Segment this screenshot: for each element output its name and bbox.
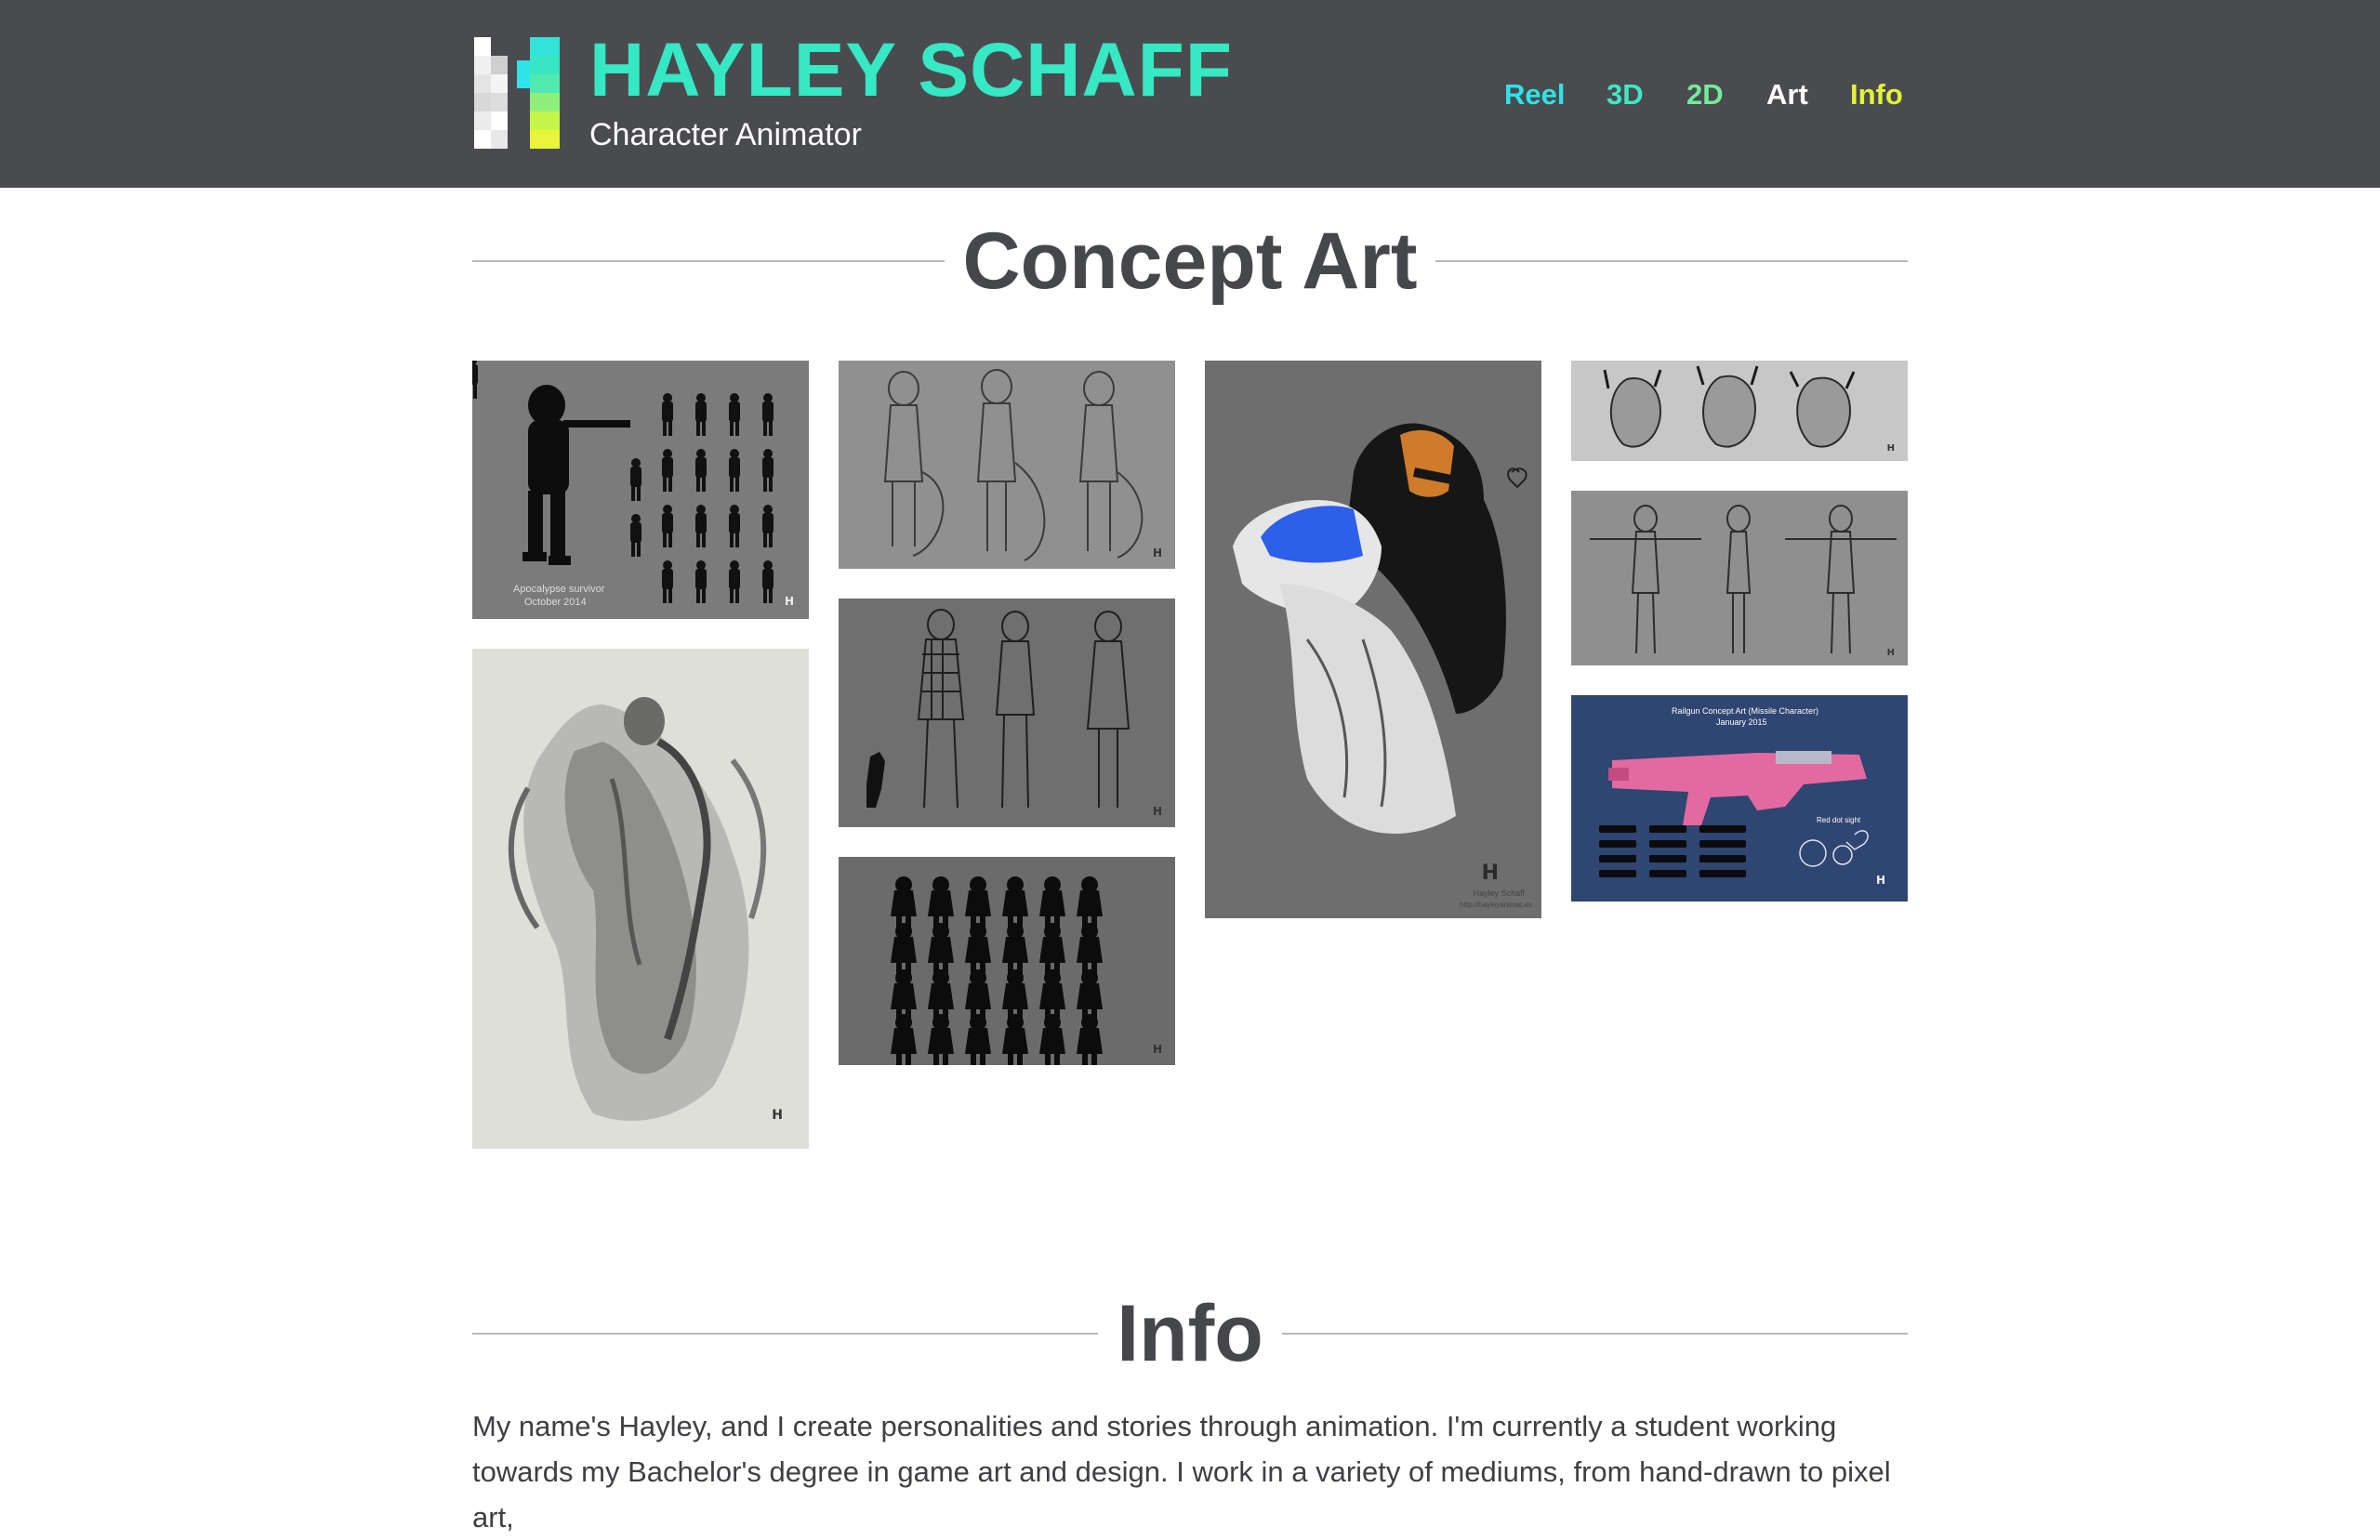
heading-rule-right	[1281, 1333, 1909, 1335]
gallery-thumb-railgun-concept[interactable]: Railgun Concept Art (Missile Character) …	[1571, 695, 1908, 902]
thumb-caption: Apocalypse survivor	[513, 584, 605, 595]
gallery-thumb-creature-silhouettes[interactable]: H	[839, 857, 1175, 1065]
watermark-h-icon: H	[1481, 862, 1499, 885]
gallery-thumb-tpose-turnaround[interactable]: H	[1571, 491, 1908, 665]
site-header: HAYLEY SCHAFF Character Animator Reel 3D…	[0, 0, 2380, 188]
watermark-h-icon: H	[1152, 546, 1162, 559]
gallery-thumb-turnaround-sketch[interactable]: H	[839, 361, 1175, 569]
thumb-caption: Railgun Concept Art (Missile Character)	[1672, 706, 1819, 716]
watermark-h-icon: H	[1886, 443, 1895, 454]
nav-info[interactable]: Info	[1850, 74, 1903, 115]
silhouette-lineup-icon	[472, 361, 809, 619]
heading-rule-left	[472, 1333, 1099, 1335]
skeleton-embrace-drawing-icon	[472, 649, 809, 1149]
heading-rule-left	[472, 260, 945, 262]
character-portrait-color-icon	[1205, 361, 1541, 918]
gallery-thumb-head-sketches[interactable]: H	[1571, 361, 1908, 461]
watermark-h-icon: H	[1886, 648, 1895, 658]
head-sketches-icon	[1571, 361, 1908, 461]
logo-icon[interactable]	[474, 37, 560, 151]
watermark-h-icon: H	[784, 595, 794, 608]
watermark-site: http://hayleyanimat.es	[1460, 901, 1532, 909]
thumb-note: Red dot sight	[1817, 816, 1861, 824]
character-turnaround-sketch-icon	[839, 361, 1175, 569]
concept-art-title: Concept Art	[962, 216, 1418, 306]
info-title: Info	[1117, 1288, 1263, 1378]
concept-art-heading: Concept Art	[472, 210, 1909, 312]
brand-name[interactable]: HAYLEY SCHAFF	[589, 24, 1233, 117]
watermark-h-icon: H	[1152, 805, 1162, 818]
watermark-author: Hayley Schaff	[1473, 888, 1525, 898]
gallery-thumb-character-portrait[interactable]: H Hayley Schaff http://hayleyanimat.es	[1205, 361, 1541, 918]
watermark-h-icon: H	[1152, 1043, 1162, 1056]
nav-3d[interactable]: 3D	[1606, 74, 1644, 115]
nav-2d[interactable]: 2D	[1686, 74, 1724, 115]
watermark-h-icon: H	[1875, 874, 1885, 887]
gallery-thumb-apocalypse-survivor[interactable]: Apocalypse survivor October 2014 H	[472, 361, 809, 619]
character-tpose-turnaround-icon	[1571, 491, 1908, 665]
character-outfit-sketch-icon	[839, 599, 1175, 827]
nav-reel[interactable]: Reel	[1504, 74, 1565, 115]
thumb-caption-date: October 2014	[524, 597, 587, 608]
heading-rule-right	[1435, 260, 1909, 262]
info-paragraph: My name's Hayley, and I create personali…	[472, 1410, 1891, 1533]
watermark-h-icon: H	[772, 1108, 783, 1123]
nav-art[interactable]: Art	[1766, 74, 1808, 115]
info-heading: Info	[472, 1283, 1909, 1385]
gallery-thumb-skeleton-embrace[interactable]: H	[472, 649, 809, 1149]
gallery-thumb-outfit-sketch[interactable]: H	[839, 599, 1175, 827]
brand-subtitle: Character Animator	[589, 117, 862, 152]
thumb-caption-date: January 2015	[1716, 717, 1767, 727]
creature-silhouettes-icon	[839, 857, 1175, 1065]
